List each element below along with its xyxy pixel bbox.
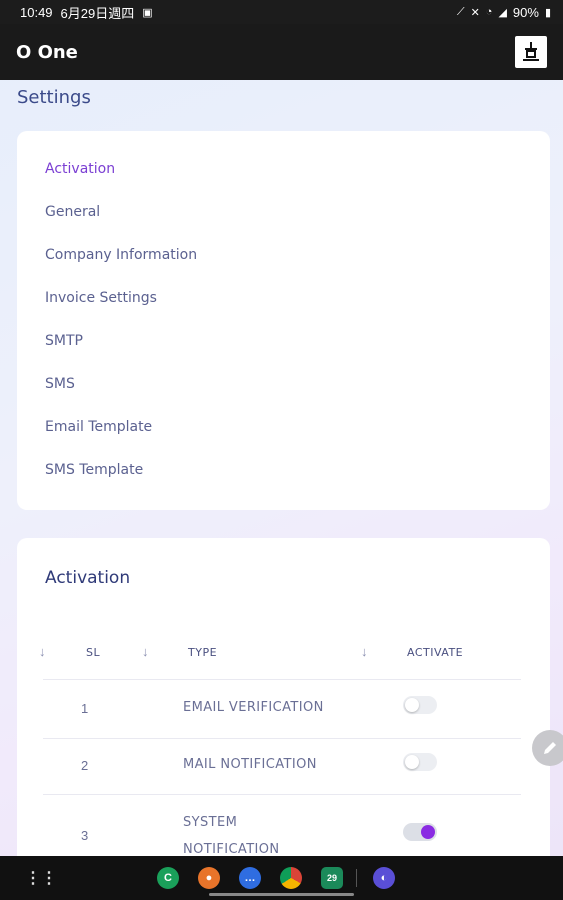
- signal-icon: ◢: [498, 6, 507, 19]
- page-title: Settings: [17, 87, 91, 108]
- row-divider: [43, 794, 521, 795]
- gallery-notification-icon: ▣: [142, 6, 153, 19]
- battery-level: 90%: [512, 4, 539, 20]
- activation-card: Activation ↓ SL ↓ TYPE ↓ ACTIVATE 1 EMAI…: [17, 538, 550, 868]
- app-drawer-icon[interactable]: ⋮⋮: [25, 867, 57, 889]
- menu-item-invoice-settings[interactable]: Invoice Settings: [45, 290, 157, 306]
- menu-item-sms-template[interactable]: SMS Template: [45, 462, 143, 478]
- edit-fab-button[interactable]: [532, 730, 563, 766]
- activation-title: Activation: [45, 568, 131, 588]
- status-time: 10:49: [20, 4, 53, 20]
- menu-item-general[interactable]: General: [45, 204, 100, 220]
- menu-item-company-information[interactable]: Company Information: [45, 247, 197, 263]
- toggle-knob: [421, 825, 435, 839]
- calendar-app-icon[interactable]: 29: [321, 867, 343, 889]
- battery-icon: ▮: [544, 6, 551, 19]
- activate-toggle[interactable]: [403, 753, 437, 771]
- row-type: EMAIL VERIFICATION: [183, 700, 324, 715]
- activate-toggle[interactable]: [403, 696, 437, 714]
- column-header-activate: ACTIVATE: [407, 646, 464, 659]
- row-divider: [43, 679, 521, 680]
- column-header-type: TYPE: [188, 646, 218, 659]
- activate-toggle[interactable]: [403, 823, 437, 841]
- menu-item-sms[interactable]: SMS: [45, 376, 75, 392]
- phone-app-icon[interactable]: C: [157, 867, 179, 889]
- company-logo-icon[interactable]: [515, 36, 547, 68]
- row-type: MAIL NOTIFICATION: [183, 757, 317, 772]
- row-sl: 1: [81, 701, 89, 716]
- app-bar: O One: [0, 24, 563, 80]
- chrome-app-icon[interactable]: [280, 867, 302, 889]
- column-header-sl: SL: [86, 646, 101, 659]
- messages-app-icon[interactable]: …: [239, 867, 261, 889]
- sort-arrow-icon[interactable]: ↓: [39, 644, 46, 659]
- home-indicator[interactable]: [209, 893, 354, 896]
- menu-item-smtp[interactable]: SMTP: [45, 333, 83, 349]
- row-divider: [43, 738, 521, 739]
- toggle-knob: [405, 698, 419, 712]
- row-sl: 3: [81, 828, 89, 843]
- settings-menu-card: Activation General Company Information I…: [17, 131, 550, 510]
- menu-item-activation[interactable]: Activation: [45, 161, 115, 177]
- pen-icon: ⟋: [456, 5, 465, 18]
- toggle-knob: [405, 755, 419, 769]
- sort-arrow-icon[interactable]: ↓: [142, 644, 149, 659]
- row-sl: 2: [81, 758, 89, 773]
- app-title: O One: [16, 41, 78, 63]
- contacts-app-icon[interactable]: ●: [198, 867, 220, 889]
- wifi-icon: ◔: [485, 6, 493, 18]
- browser-app-icon[interactable]: ◐: [373, 867, 395, 889]
- row-type-line1: SYSTEM: [183, 815, 238, 830]
- status-date: 6月29日週四: [60, 5, 135, 21]
- menu-item-email-template[interactable]: Email Template: [45, 419, 152, 435]
- dock-divider: [356, 869, 357, 887]
- pencil-icon: [544, 742, 556, 754]
- mute-icon: ✕: [470, 6, 480, 19]
- sort-arrow-icon[interactable]: ↓: [361, 644, 368, 659]
- status-bar: 10:49 6月29日週四 ▣ ⟋ ✕ ◔ ◢ 90% ▮: [0, 0, 563, 24]
